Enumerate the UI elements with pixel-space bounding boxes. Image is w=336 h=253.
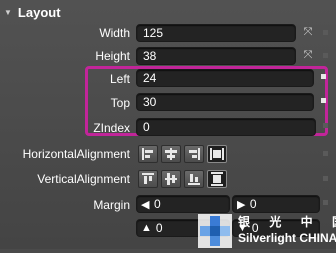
align-bottom-button[interactable] (184, 170, 204, 188)
arrow-left-icon: ◀ (141, 198, 150, 211)
zindex-input[interactable] (137, 120, 315, 134)
watermark-chinese-text: 银 光 中 国 (238, 215, 336, 229)
arrow-right-icon: ▶ (237, 198, 246, 211)
width-label: Width (99, 26, 130, 40)
height-field[interactable] (136, 47, 296, 65)
align-center-button[interactable] (161, 145, 181, 163)
align-top-button[interactable] (138, 170, 158, 188)
horizontal-alignment-group (138, 145, 227, 163)
horizontal-alignment-label: HorizontalAlignment (22, 147, 130, 161)
horizontal-alignment-marker[interactable] (323, 151, 328, 156)
align-left-button[interactable] (138, 145, 158, 163)
top-property-marker[interactable] (321, 98, 326, 103)
width-field[interactable] (136, 24, 296, 42)
layout-panel: ▼ Layout Width ⤧ Height ⤧ Left Top ZInde… (0, 0, 336, 249)
width-property-marker[interactable] (323, 30, 328, 35)
height-property-marker[interactable] (323, 53, 328, 58)
collapse-triangle-icon[interactable]: ▼ (4, 8, 12, 17)
margin-label: Margin (93, 198, 130, 212)
left-input[interactable] (137, 71, 313, 85)
width-input[interactable] (137, 26, 295, 40)
vertical-alignment-label: VerticalAlignment (37, 172, 130, 186)
margin-property-marker[interactable] (323, 200, 328, 205)
height-input[interactable] (137, 49, 295, 63)
margin-left-input[interactable] (150, 197, 229, 211)
zindex-property-marker[interactable] (323, 123, 328, 128)
watermark-logo-icon (198, 214, 232, 248)
left-field[interactable] (136, 69, 314, 87)
auto-size-height-icon[interactable]: ⤧ (302, 49, 314, 61)
auto-size-width-icon[interactable]: ⤧ (302, 26, 314, 38)
vertical-alignment-marker[interactable] (323, 176, 328, 181)
align-stretch-horizontal-button[interactable] (207, 145, 227, 163)
top-field[interactable] (136, 93, 314, 111)
zindex-label: ZIndex (93, 121, 130, 135)
zindex-field[interactable] (136, 118, 316, 136)
top-label: Top (110, 96, 130, 110)
arrow-up-icon: ▲ (141, 222, 152, 234)
section-title: Layout (17, 4, 61, 20)
height-label: Height (95, 49, 130, 63)
align-stretch-vertical-button[interactable] (207, 170, 227, 188)
left-label: Left (109, 72, 130, 86)
margin-right-input[interactable] (245, 197, 319, 211)
align-right-button[interactable] (184, 145, 204, 163)
vertical-alignment-group (138, 170, 227, 188)
align-middle-button[interactable] (161, 170, 181, 188)
section-header[interactable]: ▼ Layout (4, 4, 61, 20)
top-input[interactable] (137, 95, 313, 109)
watermark-english-text: Silverlight CHINA (238, 231, 336, 245)
watermark: 银 光 中 国 Silverlight CHINA (198, 210, 336, 249)
left-property-marker[interactable] (321, 74, 326, 79)
